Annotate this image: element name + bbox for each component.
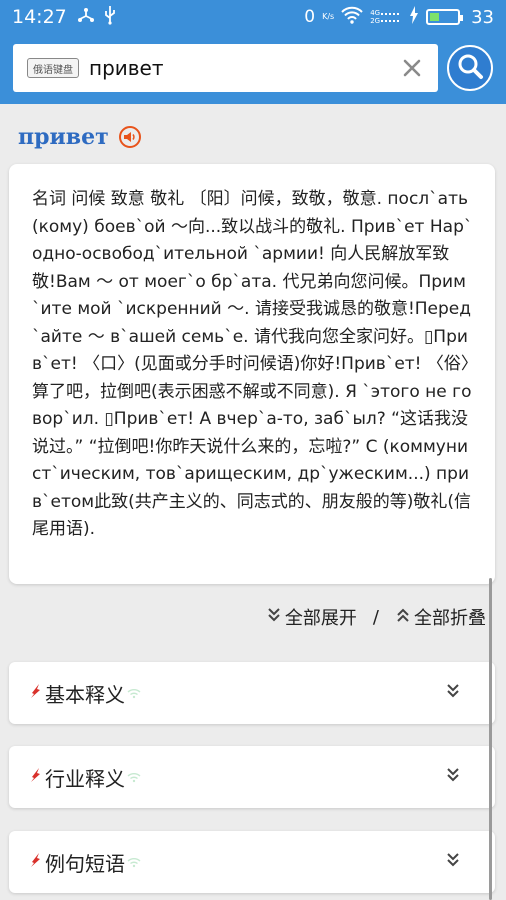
chevron-down-icon[interactable] — [445, 851, 461, 873]
red-mark-icon — [29, 852, 43, 872]
battery-level — [430, 13, 439, 21]
search-header: 俄语键盘 привет — [0, 34, 506, 104]
double-chevron-down-icon — [266, 606, 285, 629]
signal-icon: 4G 2G — [370, 9, 402, 25]
search-button[interactable] — [447, 45, 493, 91]
section-basic-meaning[interactable]: 基本释义 — [9, 662, 495, 724]
signal-label-bottom: 2G — [370, 17, 381, 25]
section-example-phrases[interactable]: 例句短语 — [9, 831, 495, 893]
wifi-icon — [127, 768, 141, 787]
section-industry-meaning[interactable]: 行业释义 — [9, 746, 495, 808]
battery-icon — [426, 9, 464, 25]
wifi-icon — [127, 684, 141, 703]
signal-label-top: 4G — [370, 9, 381, 17]
red-mark-icon — [29, 767, 43, 787]
speaker-icon[interactable] — [118, 125, 142, 149]
expand-collapse-controls: 全部展开 / 全部折叠 — [266, 604, 486, 630]
search-box[interactable]: 俄语键盘 привет — [13, 44, 438, 92]
separator: / — [372, 606, 379, 628]
status-bar: 14:27 0 K/s 4G 2G 33 — [0, 0, 506, 34]
scrollbar[interactable] — [489, 578, 492, 900]
collapse-all-button[interactable]: 全部折叠 — [395, 604, 486, 630]
chevron-down-icon[interactable] — [445, 766, 461, 788]
clear-icon[interactable] — [394, 50, 430, 86]
red-mark-icon — [29, 683, 43, 703]
charging-icon — [409, 5, 419, 29]
netspeed-unit: K/s — [322, 12, 335, 21]
usb-tether-icon — [77, 6, 95, 28]
search-input[interactable]: привет — [89, 56, 394, 80]
double-chevron-up-icon — [395, 606, 414, 629]
section-label: 例句短语 — [45, 851, 125, 876]
definition-text: 名词 问候 致意 敬礼 〔阳〕问候，致敬，敬意. посл`ать (кому)… — [32, 189, 473, 539]
battery-percent: 33 — [471, 6, 494, 28]
status-time: 14:27 — [12, 6, 67, 28]
definition-card: 名词 问候 致意 敬礼 〔阳〕问候，致敬，敬意. посл`ать (кому)… — [9, 164, 495, 584]
wifi-icon — [127, 853, 141, 872]
expand-all-button[interactable]: 全部展开 — [266, 604, 357, 630]
section-label: 基本释义 — [45, 682, 125, 707]
wifi-icon — [341, 6, 363, 29]
netspeed-value: 0 — [304, 7, 316, 27]
chevron-down-icon[interactable] — [445, 682, 461, 704]
expand-all-label: 全部展开 — [284, 608, 357, 629]
search-icon — [456, 52, 484, 84]
collapse-all-label: 全部折叠 — [414, 608, 486, 629]
usb-icon — [103, 5, 117, 29]
section-label: 行业释义 — [45, 766, 125, 791]
word-title: привет — [18, 124, 109, 150]
russian-keyboard-badge[interactable]: 俄语键盘 — [27, 58, 79, 78]
